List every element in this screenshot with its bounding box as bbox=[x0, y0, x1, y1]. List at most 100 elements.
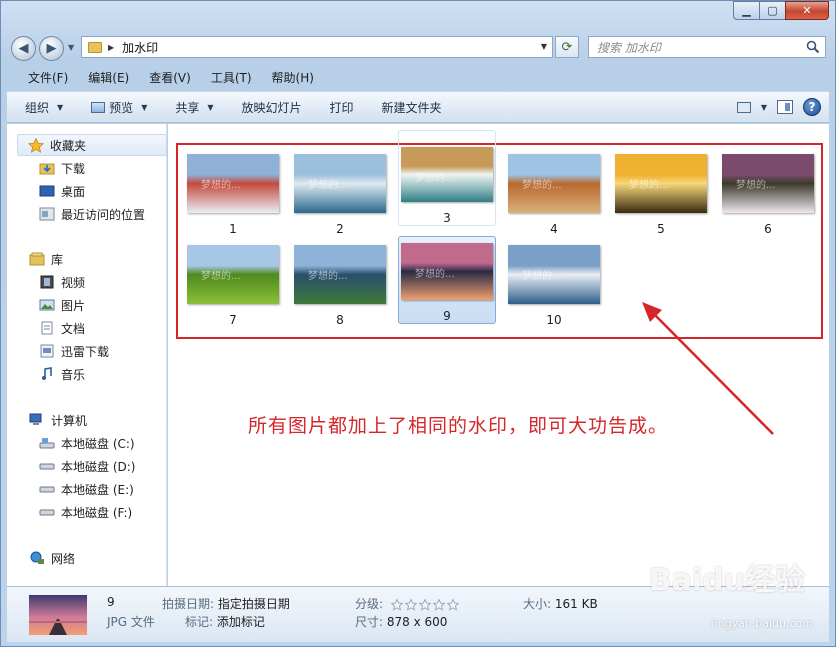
nav-drive-d[interactable]: 本地磁盘 (D:) bbox=[39, 455, 135, 477]
nav-pictures[interactable]: 图片 bbox=[39, 294, 85, 316]
nav-favorites[interactable]: 收藏夹 bbox=[17, 134, 167, 156]
slideshow-button[interactable]: 放映幻灯片 bbox=[224, 99, 312, 116]
file-item[interactable]: 梦想的... 3 bbox=[398, 130, 496, 226]
file-thumbnail: 梦想的... bbox=[401, 243, 493, 300]
file-item[interactable]: 梦想的... 9 bbox=[398, 236, 496, 324]
folder-icon bbox=[88, 41, 102, 53]
caption-buttons: ▁ ▢ ✕ bbox=[733, 1, 829, 20]
nav-drive-e[interactable]: 本地磁盘 (E:) bbox=[39, 478, 134, 500]
nav-network[interactable]: 网络 bbox=[29, 547, 75, 569]
thumbnail-watermark: 梦想的... bbox=[736, 180, 776, 191]
organize-button[interactable]: 组织 ▼ bbox=[7, 99, 73, 116]
thumbnail-watermark: 梦想的... bbox=[201, 180, 241, 191]
file-item[interactable]: 梦想的... 4 bbox=[505, 148, 603, 236]
file-name: 9 bbox=[443, 309, 451, 323]
menu-item[interactable]: 文件(F) bbox=[15, 69, 75, 86]
menu-item[interactable]: 编辑(E) bbox=[75, 69, 136, 86]
thumbnail-watermark: 梦想的... bbox=[201, 271, 241, 282]
rating-star-icon[interactable] bbox=[432, 598, 445, 611]
search-input[interactable]: 搜索 加水印 bbox=[597, 39, 661, 56]
selected-file-thumbnail bbox=[29, 595, 87, 635]
maximize-button[interactable]: ▢ bbox=[759, 1, 785, 20]
system-drive-icon bbox=[39, 436, 55, 450]
date-taken-value[interactable]: 指定拍摄日期 bbox=[218, 597, 290, 611]
rating-field: 分级: bbox=[355, 595, 459, 612]
file-item[interactable]: 梦想的... 8 bbox=[291, 239, 389, 327]
rating-star-icon[interactable] bbox=[390, 598, 403, 611]
nav-computer-label: 计算机 bbox=[51, 413, 88, 428]
network-icon bbox=[29, 551, 45, 565]
thumbnail-watermark: 梦想的... bbox=[308, 271, 348, 282]
file-list: 所有图片都加上了相同的水印，即可大功告成。 梦想的... 1 梦想的... 2 梦想的.… bbox=[168, 124, 829, 586]
file-name: 1 bbox=[229, 222, 237, 236]
file-item[interactable]: 梦想的... 1 bbox=[184, 148, 282, 236]
file-thumbnail: 梦想的... bbox=[294, 154, 386, 213]
documents-icon bbox=[39, 321, 55, 335]
size-field: 大小: 161 KB bbox=[523, 595, 598, 612]
nav-desktop[interactable]: 桌面 bbox=[39, 180, 85, 202]
file-item[interactable]: 梦想的... 6 bbox=[719, 148, 817, 236]
thumbnail-watermark: 梦想的... bbox=[522, 180, 562, 191]
rating-star-icon[interactable] bbox=[404, 598, 417, 611]
rating-stars[interactable] bbox=[390, 598, 459, 611]
close-button[interactable]: ✕ bbox=[785, 1, 829, 20]
back-button[interactable]: ◀ bbox=[11, 36, 36, 61]
rating-star-icon[interactable] bbox=[418, 598, 431, 611]
breadcrumb-separator-icon[interactable]: ▶ bbox=[108, 43, 114, 52]
nav-drive-f[interactable]: 本地磁盘 (F:) bbox=[39, 501, 132, 523]
new-folder-label: 新建文件夹 bbox=[381, 100, 442, 115]
views-icon bbox=[736, 101, 751, 113]
menu-item[interactable]: 查看(V) bbox=[136, 69, 198, 86]
forward-button[interactable]: ▶ bbox=[39, 36, 64, 61]
rating-star-icon[interactable] bbox=[446, 598, 459, 611]
minimize-button[interactable]: ▁ bbox=[733, 1, 759, 20]
size-value: 161 KB bbox=[554, 597, 598, 611]
recent-pages-dropdown[interactable]: ▼ bbox=[68, 43, 74, 52]
address-bar[interactable]: ▶ 加水印 ▼ bbox=[81, 36, 553, 58]
menu-item[interactable]: 帮助(H) bbox=[259, 69, 321, 86]
organize-label: 组织 bbox=[25, 100, 50, 115]
nav-computer[interactable]: 计算机 bbox=[29, 409, 87, 431]
preview-icon bbox=[91, 101, 106, 113]
file-thumbnail: 梦想的... bbox=[187, 245, 279, 304]
file-item[interactable]: 梦想的... 5 bbox=[612, 148, 710, 236]
thumbnail-watermark: 梦想的... bbox=[415, 173, 455, 184]
address-dropdown-icon[interactable]: ▼ bbox=[541, 42, 547, 51]
share-button[interactable]: 共享 ▼ bbox=[157, 99, 223, 116]
library-icon bbox=[29, 252, 45, 266]
tags-value[interactable]: 添加标记 bbox=[217, 615, 265, 629]
pictures-icon bbox=[39, 298, 55, 312]
nav-music[interactable]: 音乐 bbox=[39, 363, 85, 385]
nav-music-label: 音乐 bbox=[61, 367, 86, 382]
search-icon[interactable] bbox=[806, 40, 820, 54]
menu-item[interactable]: 工具(T) bbox=[198, 69, 259, 86]
thumbnail-watermark: 梦想的... bbox=[308, 180, 348, 191]
preview-pane-toggle-icon[interactable] bbox=[777, 100, 793, 114]
file-thumbnail: 梦想的... bbox=[187, 154, 279, 213]
file-item[interactable]: 梦想的... 2 bbox=[291, 148, 389, 236]
nav-drive-c[interactable]: 本地磁盘 (C:) bbox=[39, 432, 135, 454]
nav-downloads[interactable]: 下载 bbox=[39, 157, 85, 179]
nav-documents[interactable]: 文档 bbox=[39, 317, 85, 339]
annotation-text: 所有图片都加上了相同的水印，即可大功告成。 bbox=[248, 415, 669, 437]
change-view-button[interactable]: ▼ bbox=[736, 101, 767, 113]
breadcrumb-current[interactable]: 加水印 bbox=[122, 39, 158, 56]
nav-thunder-downloads[interactable]: 迅雷下载 bbox=[39, 340, 109, 362]
help-icon[interactable]: ? bbox=[803, 98, 821, 116]
new-folder-button[interactable]: 新建文件夹 bbox=[364, 99, 452, 116]
preview-button[interactable]: 预览 ▼ bbox=[73, 99, 157, 116]
nav-libraries[interactable]: 库 bbox=[29, 248, 63, 270]
slideshow-label: 放映幻灯片 bbox=[241, 100, 302, 115]
explorer-window: ▁ ▢ ✕ ◀ ▶ ▼ ▶ 加水印 ▼ ⟳ 搜索 加水印 文件(F) 编辑(E) 查… bbox=[0, 0, 836, 647]
file-item[interactable]: 梦想的... 10 bbox=[505, 239, 603, 327]
file-item[interactable]: 梦想的... 7 bbox=[184, 239, 282, 327]
menu-bar: 文件(F) 编辑(E) 查看(V) 工具(T) 帮助(H) bbox=[15, 67, 827, 87]
nav-downloads-label: 下载 bbox=[61, 161, 86, 176]
nav-libraries-label: 库 bbox=[51, 252, 64, 267]
command-bar: 组织 ▼ 预览 ▼ 共享 ▼ 放映幻灯片 打印 新建文件夹 ▼ ? bbox=[7, 91, 829, 123]
nav-recent-places[interactable]: 最近访问的位置 bbox=[39, 203, 145, 225]
print-button[interactable]: 打印 bbox=[312, 99, 364, 116]
refresh-button[interactable]: ⟳ bbox=[555, 36, 579, 58]
search-box[interactable]: 搜索 加水印 bbox=[588, 36, 826, 58]
nav-videos[interactable]: 视频 bbox=[39, 271, 85, 293]
